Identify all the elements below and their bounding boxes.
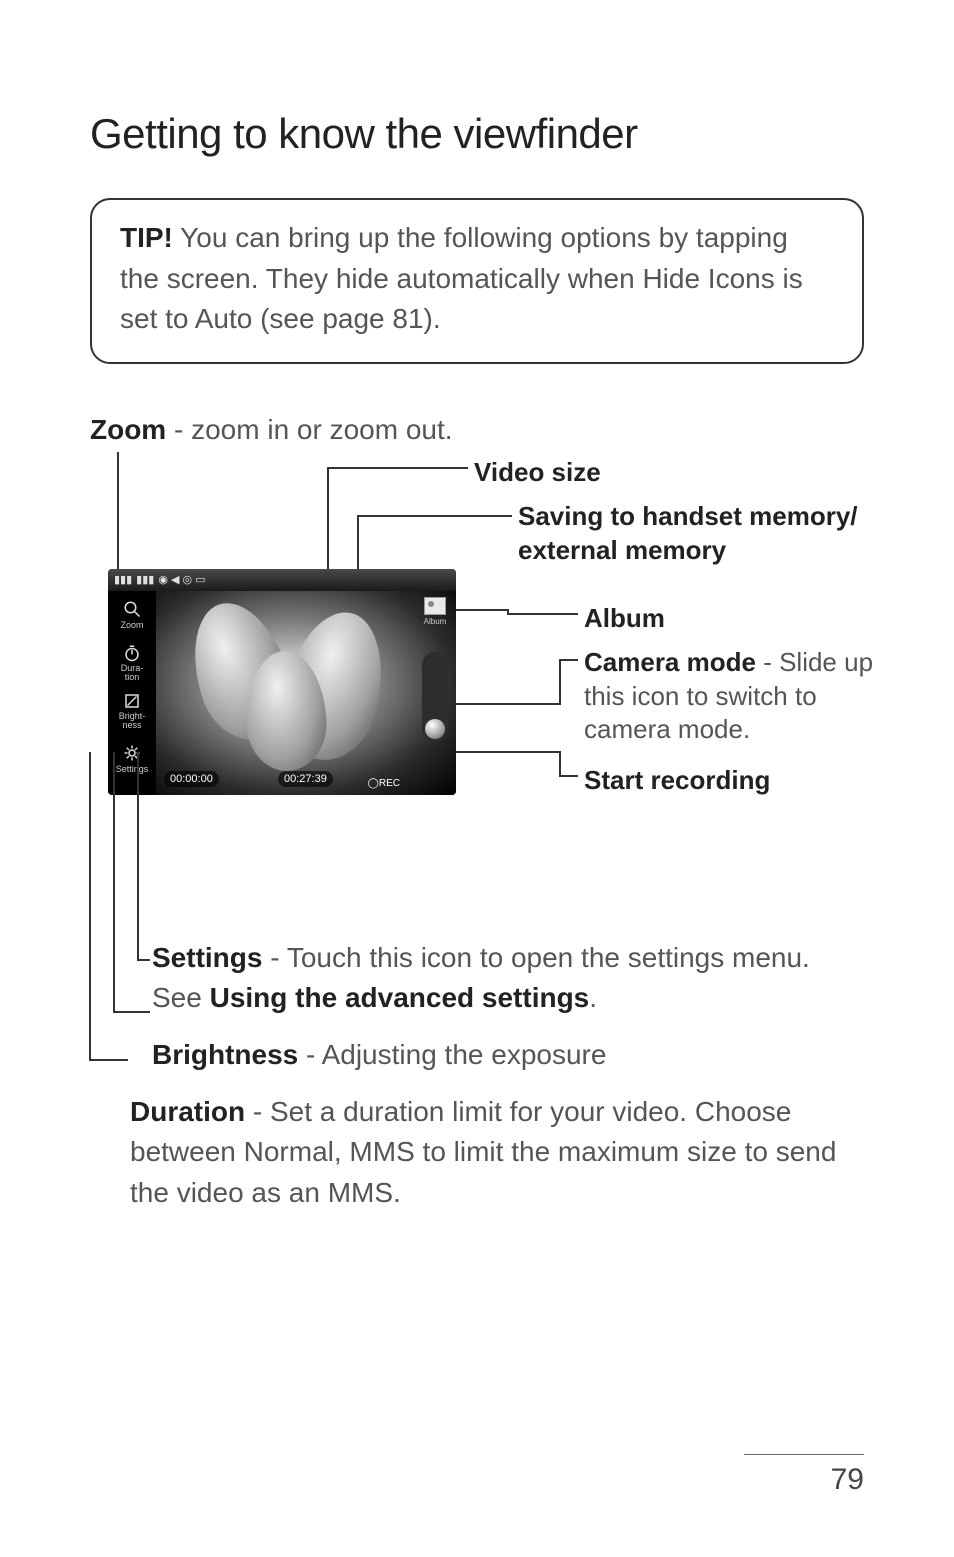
below-section: Settings - Touch this icon to open the s… bbox=[90, 882, 864, 1214]
duration-button[interactable]: Dura- tion bbox=[108, 639, 156, 687]
tip-text: You can bring up the following options b… bbox=[120, 222, 803, 334]
desc-brightness-b: Brightness bbox=[152, 1039, 298, 1070]
zoom-button-label: Zoom bbox=[120, 620, 143, 630]
right-toolbar: Album bbox=[418, 597, 452, 742]
zoom-icon bbox=[123, 600, 141, 618]
brightness-button-label: Bright- ness bbox=[119, 712, 146, 730]
album-button[interactable]: Album bbox=[424, 597, 447, 626]
album-icon bbox=[424, 597, 446, 615]
desc-settings-b2: Using the advanced settings bbox=[210, 982, 590, 1013]
camera-mode-slider[interactable] bbox=[422, 652, 448, 742]
elapsed-time: 00:00:00 bbox=[164, 771, 219, 787]
footer: 79 bbox=[744, 1454, 864, 1497]
label-start-recording: Start recording bbox=[584, 764, 770, 798]
desc-duration: Duration - Set a duration limit for your… bbox=[90, 1092, 864, 1214]
label-album-text: Album bbox=[584, 603, 665, 633]
desc-duration-b: Duration bbox=[130, 1096, 245, 1127]
status-bar: ▮▮▮ ▮▮▮ ◉ ◀ ◎ ▭ bbox=[108, 569, 456, 591]
rec-label: REC bbox=[379, 778, 400, 789]
desc-brightness-t: - Adjusting the exposure bbox=[298, 1039, 606, 1070]
left-toolbar: Zoom Dura- tion Bright- ness Settings bbox=[108, 591, 156, 795]
label-video-size-text: Video size bbox=[474, 457, 601, 487]
rec-indicator: ◯REC bbox=[368, 778, 400, 789]
viewfinder-screenshot: ▮▮▮ ▮▮▮ ◉ ◀ ◎ ▭ Zoom Dura- tion bbox=[108, 569, 456, 795]
battery-icon: ▮▮▮ bbox=[136, 573, 154, 586]
settings-button-label: Settings bbox=[116, 764, 149, 774]
page: Getting to know the viewfinder TIP! You … bbox=[0, 0, 954, 1557]
total-time: 00:27:39 bbox=[278, 771, 333, 787]
brightness-button[interactable]: Bright- ness bbox=[108, 687, 156, 735]
album-button-label: Album bbox=[424, 617, 447, 626]
label-camera-mode: Camera mode - Slide up this icon to swit… bbox=[584, 646, 904, 747]
desc-settings: Settings - Touch this icon to open the s… bbox=[90, 938, 864, 1019]
desc-brightness: Brightness - Adjusting the exposure bbox=[90, 1035, 864, 1076]
label-saving: Saving to handset memory/ external memor… bbox=[518, 500, 888, 568]
tip-label: TIP! bbox=[120, 222, 173, 253]
duration-icon bbox=[123, 644, 141, 662]
zoom-desc: - zoom in or zoom out. bbox=[166, 414, 452, 445]
zoom-line: Zoom - zoom in or zoom out. bbox=[90, 414, 864, 446]
gear-icon bbox=[123, 744, 141, 762]
footer-rule bbox=[744, 1454, 864, 1455]
desc-settings-t2: . bbox=[589, 982, 597, 1013]
tip-box: TIP! You can bring up the following opti… bbox=[90, 198, 864, 364]
diagram: ▮▮▮ ▮▮▮ ◉ ◀ ◎ ▭ Zoom Dura- tion bbox=[90, 452, 864, 882]
label-album: Album bbox=[584, 602, 665, 636]
zoom-button[interactable]: Zoom bbox=[108, 591, 156, 639]
signal-icon: ▮▮▮ bbox=[114, 573, 132, 586]
brightness-icon bbox=[123, 692, 141, 710]
label-camera-mode-b: Camera mode bbox=[584, 647, 756, 677]
duration-button-label: Dura- tion bbox=[121, 664, 144, 682]
label-start-recording-text: Start recording bbox=[584, 765, 770, 795]
page-number: 79 bbox=[744, 1463, 864, 1497]
page-title: Getting to know the viewfinder bbox=[90, 110, 864, 158]
zoom-label: Zoom bbox=[90, 414, 166, 445]
preview-image bbox=[156, 591, 456, 795]
status-icons: ◉ ◀ ◎ ▭ bbox=[158, 573, 205, 586]
desc-settings-b: Settings bbox=[152, 942, 262, 973]
label-saving-text: Saving to handset memory/ external memor… bbox=[518, 501, 858, 565]
label-video-size: Video size bbox=[474, 456, 601, 490]
settings-button[interactable]: Settings bbox=[108, 735, 156, 783]
